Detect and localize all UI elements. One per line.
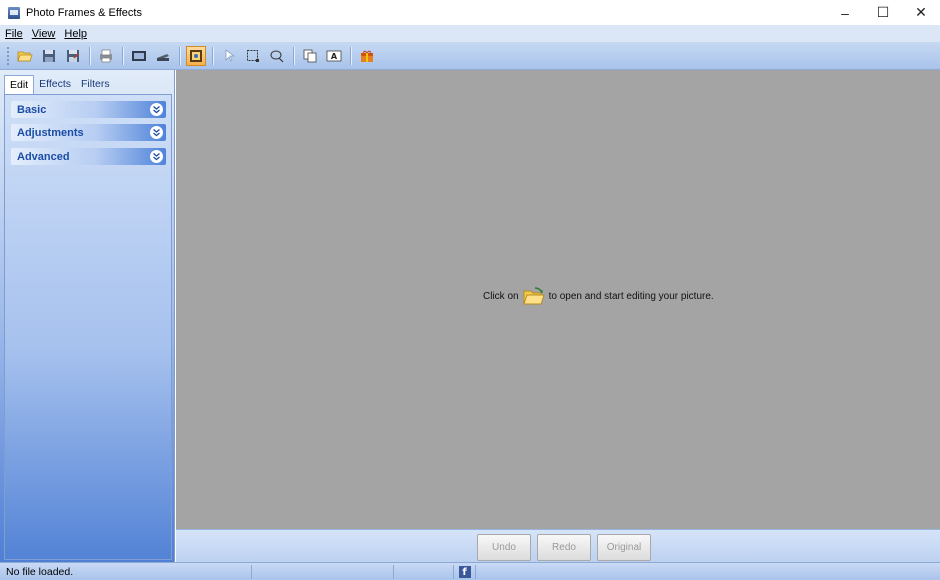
text-icon[interactable]: A [324,46,344,66]
gift-icon[interactable] [357,46,377,66]
scanner-icon[interactable] [153,46,173,66]
menu-help[interactable]: Help [64,28,87,40]
toolbar: A [0,42,940,70]
window-controls: – ☐ ✕ [826,0,940,25]
redo-button[interactable]: Redo [537,534,591,561]
section-label: Basic [17,103,47,116]
menu-bar: File View Help [0,25,940,42]
frame-icon[interactable] [186,45,206,66]
open-folder-icon[interactable] [522,286,545,306]
status-cell [393,564,453,579]
app-icon [8,6,20,19]
copy-icon[interactable] [300,46,320,66]
toolbar-grip[interactable] [7,46,10,65]
chevron-down-icon[interactable] [150,150,163,163]
window-title: Photo Frames & Effects [26,6,142,19]
select-lasso-icon[interactable] [267,46,287,66]
original-button[interactable]: Original [597,534,651,561]
image-canvas[interactable]: Click on to open and start editing your … [176,70,940,529]
open-folder-icon[interactable] [15,46,35,66]
section-basic[interactable]: Basic [11,101,166,118]
status-bar: No file loaded. f [0,562,940,580]
hint-text-after: to open and start editing your picture. [548,290,714,302]
tab-edit[interactable]: Edit [4,75,35,94]
toolbar-separator [212,46,213,65]
toolbar-separator [350,46,351,65]
save-icon[interactable] [39,46,59,66]
save-as-icon[interactable] [63,46,83,66]
pointer-icon[interactable] [219,46,239,66]
toolbar-separator [293,46,294,65]
section-label: Adjustments [17,126,84,139]
tab-filters[interactable]: Filters [76,75,115,94]
chevron-down-icon[interactable] [150,103,163,116]
toolbar-separator [179,46,180,65]
facebook-icon[interactable]: f [458,565,471,578]
status-text: No file loaded. [6,565,74,578]
hint-text-before: Click on [483,290,519,302]
section-adjustments[interactable]: Adjustments [11,124,166,141]
print-icon[interactable] [96,46,116,66]
title-bar: Photo Frames & Effects – ☐ ✕ [0,0,940,25]
section-label: Advanced [17,150,70,163]
sidebar-panel: Basic Adjustments Advanced [4,94,172,560]
canvas-hint: Click on to open and start editing your … [483,286,714,306]
maximize-button[interactable]: ☐ [864,0,902,25]
sidebar: Edit Effects Filters Basic Adjustments A… [0,70,175,562]
section-advanced[interactable]: Advanced [11,148,166,165]
action-bar: Undo Redo Original [176,529,940,562]
toolbar-separator [122,46,123,65]
close-button[interactable]: ✕ [902,0,940,25]
status-cell [251,564,393,579]
screenshot-icon[interactable] [129,46,149,66]
menu-view[interactable]: View [32,28,56,40]
minimize-button[interactable]: – [826,0,864,25]
status-cell: f [453,564,475,579]
chevron-down-icon[interactable] [150,126,163,139]
status-cell [475,564,940,579]
select-rect-icon[interactable] [243,46,263,66]
toolbar-separator [89,46,90,65]
menu-file[interactable]: File [5,28,23,40]
undo-button[interactable]: Undo [477,534,531,561]
tab-effects[interactable]: Effects [34,75,76,94]
svg-text:A: A [331,52,338,61]
sidebar-tabs: Edit Effects Filters [4,75,115,94]
